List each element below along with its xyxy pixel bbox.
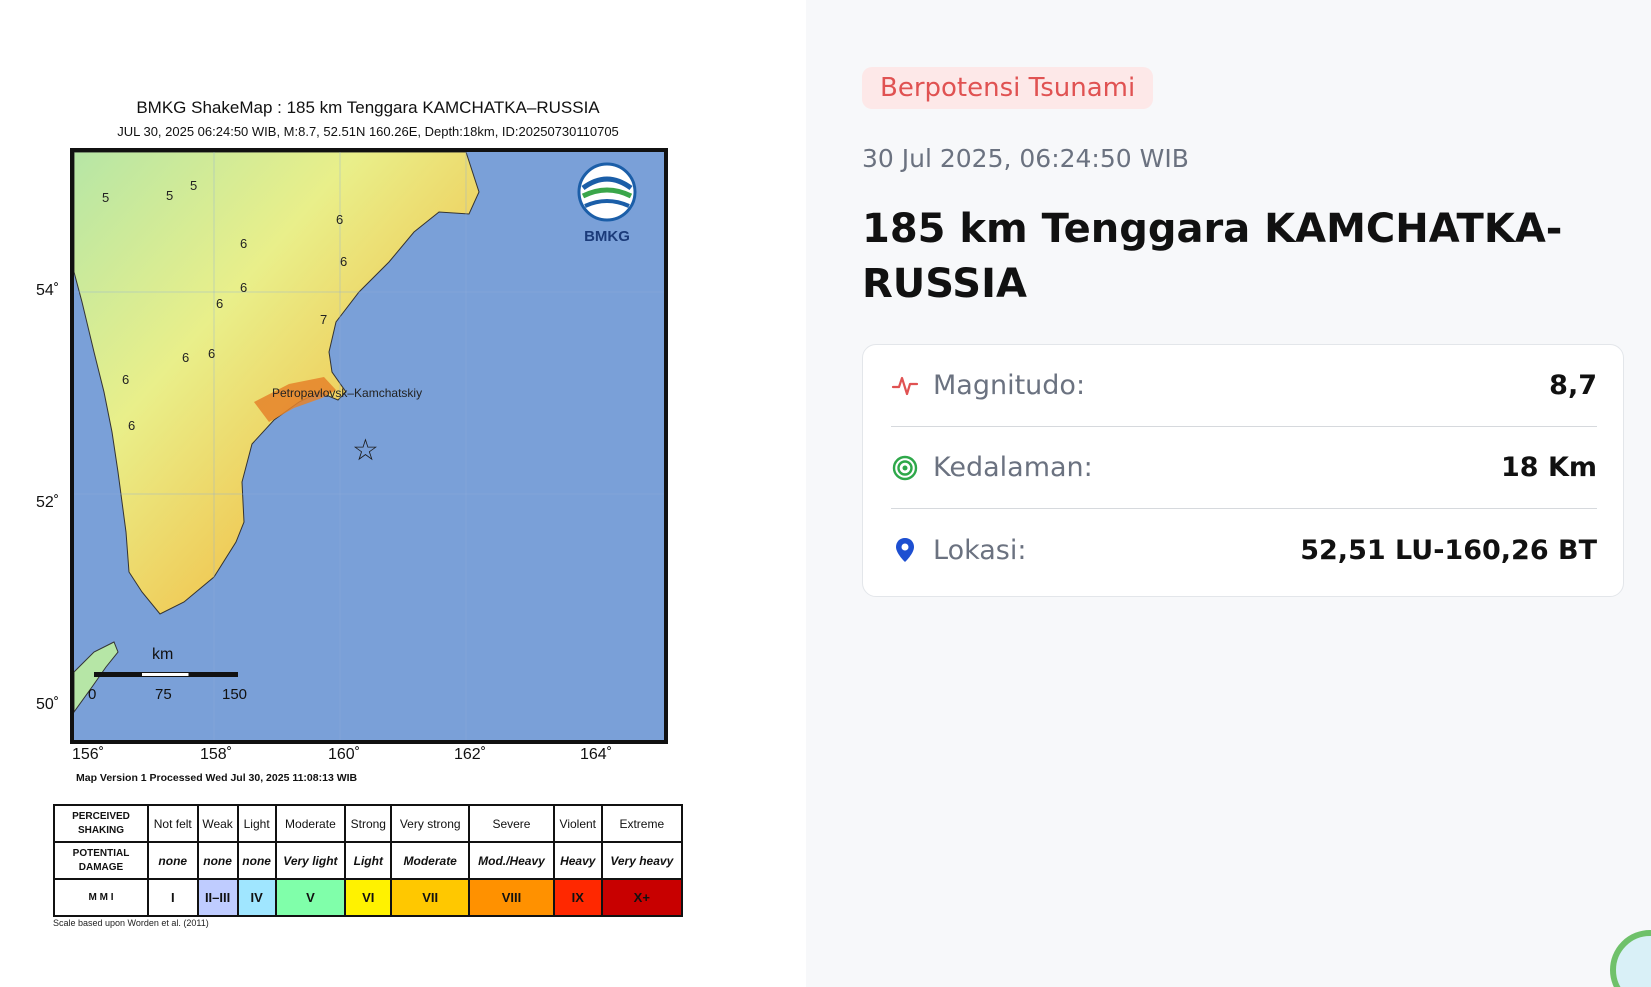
detail-value: 52,51 LU-160,26 BT: [1300, 534, 1597, 566]
legend-cell: Moderate: [274, 804, 347, 843]
legend-mmi-cell: IV: [236, 878, 277, 917]
legend-cell: Violent: [552, 804, 603, 843]
pulse-icon: [891, 376, 919, 395]
scale-note: Scale based upon Worden et al. (2011): [53, 918, 209, 928]
contour-label: 6: [216, 296, 224, 311]
contour-label: 7: [320, 312, 328, 327]
legend-head: PERCEIVED SHAKING: [53, 804, 149, 843]
legend-head: M M I: [53, 878, 149, 917]
scale-tick: 150: [222, 686, 248, 703]
legend-cell: Not felt: [147, 804, 199, 843]
legend-cell: Very strong: [390, 804, 470, 843]
legend-cell: none: [196, 841, 239, 880]
contour-label: 5: [102, 190, 110, 205]
map-version: Map Version 1 Processed Wed Jul 30, 2025…: [76, 772, 358, 784]
legend-cell: Light: [344, 841, 393, 880]
legend-mmi-cell: VII: [390, 878, 470, 917]
scale-unit: km: [152, 646, 174, 663]
detail-label: Kedalaman:: [933, 452, 1093, 483]
target-icon: [892, 455, 918, 480]
shakemap-title: BMKG ShakeMap : 185 km Tenggara KAMCHATK…: [136, 98, 600, 117]
shakemap-subtitle: JUL 30, 2025 06:24:50 WIB, M:8.7, 52.51N…: [117, 124, 619, 139]
lat-label: 54˚: [36, 282, 60, 299]
legend-mmi-cell: X+: [600, 878, 684, 917]
contour-label: 6: [128, 418, 136, 433]
legend-cell: Light: [236, 804, 277, 843]
contour-label: 6: [182, 350, 190, 365]
contour-label: 5: [190, 178, 198, 193]
detail-label: Lokasi:: [933, 534, 1027, 566]
bmkg-logo-icon: [577, 162, 637, 222]
legend-mmi-cell: IX: [552, 878, 603, 917]
bmkg-logo-text: BMKG: [584, 228, 630, 245]
city-label: Petropavlovsk–Kamchatskiy: [272, 386, 423, 400]
event-datetime: 30 Jul 2025, 06:24:50 WIB: [862, 144, 1189, 173]
tsunami-badge: Berpotensi Tsunami: [862, 67, 1154, 109]
scale-bar: [94, 672, 238, 677]
legend-cell: Severe: [467, 804, 555, 843]
lon-label: 158˚: [200, 746, 233, 763]
lon-label: 164˚: [580, 746, 613, 763]
map-pin-icon: [896, 538, 914, 562]
lon-label: 160˚: [328, 746, 361, 763]
legend-mmi-cell: VIII: [467, 878, 555, 917]
contour-label: 6: [240, 280, 248, 295]
legend-cell: Extreme: [600, 804, 684, 843]
detail-row-depth: Kedalaman: 18 Km: [891, 427, 1597, 509]
event-details-card: Magnitudo: 8,7 Kedalaman: 18 Km Lokasi: …: [862, 344, 1624, 597]
legend-row-mmi: M M I I II–III IV V VI VII VIII IX X+: [53, 878, 684, 917]
contour-label: 6: [208, 346, 216, 361]
shakemap-panel: BMKG ShakeMap : 185 km Tenggara KAMCHATK…: [0, 0, 806, 987]
legend-cell: Heavy: [552, 841, 603, 880]
star-icon: ☆: [352, 433, 379, 468]
legend-cell: Strong: [344, 804, 393, 843]
event-location-title: 185 km Tenggara KAMCHATKA-RUSSIA: [862, 206, 1563, 308]
legend-mmi-cell: I: [147, 878, 199, 917]
contour-label: 6: [336, 212, 344, 227]
contour-label: 6: [122, 372, 130, 387]
legend-row-shaking: PERCEIVED SHAKING Not felt Weak Light Mo…: [53, 804, 684, 843]
legend-row-damage: POTENTIAL DAMAGE none none none Very lig…: [53, 841, 684, 880]
detail-value: 8,7: [1549, 370, 1597, 401]
legend-mmi-cell: II–III: [196, 878, 239, 917]
detail-value: 18 Km: [1500, 452, 1597, 483]
contour-label: 6: [340, 254, 348, 269]
detail-row-location: Lokasi: 52,51 LU-160,26 BT: [891, 509, 1597, 591]
scale-tick: 0: [88, 686, 97, 703]
legend-mmi-cell: V: [274, 878, 347, 917]
lat-label: 50˚: [36, 696, 60, 713]
legend-cell: none: [236, 841, 277, 880]
lat-label: 52˚: [36, 494, 60, 511]
detail-label: Magnitudo:: [933, 370, 1086, 401]
legend-mmi-cell: VI: [344, 878, 393, 917]
legend-head: POTENTIAL DAMAGE: [53, 841, 149, 880]
legend-cell: Mod./Heavy: [467, 841, 555, 880]
legend-cell: Weak: [196, 804, 239, 843]
legend-cell: Very heavy: [600, 841, 684, 880]
scale-tick: 75: [155, 686, 172, 703]
lon-label: 162˚: [454, 746, 487, 763]
contour-label: 5: [166, 188, 174, 203]
intensity-legend: PERCEIVED SHAKING Not felt Weak Light Mo…: [53, 804, 684, 917]
contour-label: 6: [240, 236, 248, 251]
legend-cell: none: [147, 841, 199, 880]
lon-label: 156˚: [72, 746, 105, 763]
bmkg-logo: BMKG: [572, 162, 642, 245]
detail-row-magnitude: Magnitudo: 8,7: [891, 345, 1597, 427]
legend-cell: Moderate: [390, 841, 470, 880]
legend-cell: Very light: [274, 841, 347, 880]
